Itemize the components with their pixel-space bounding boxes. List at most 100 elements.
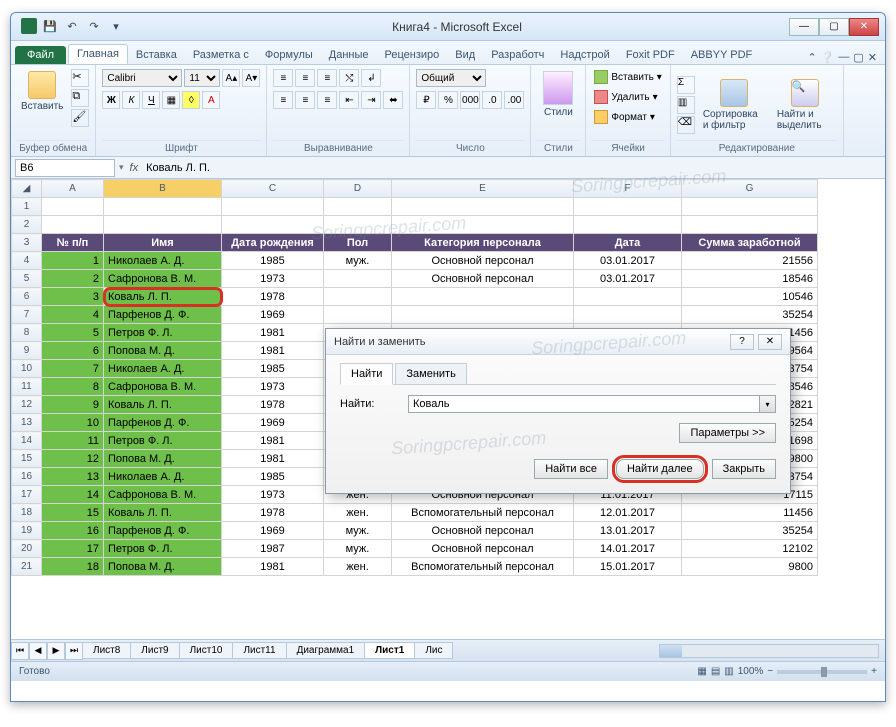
row-20[interactable]: 20: [12, 540, 42, 558]
row-7[interactable]: 7: [12, 306, 42, 324]
indent-inc-icon[interactable]: ⇥: [361, 91, 381, 109]
copy-icon[interactable]: ⧉: [71, 89, 89, 107]
ribbon-tab-1[interactable]: Вставка: [128, 46, 185, 64]
tab-nav-first-icon[interactable]: ⏮: [11, 642, 29, 660]
col-C[interactable]: C: [222, 180, 324, 198]
view-layout-icon[interactable]: ▤: [711, 666, 720, 677]
cell[interactable]: 10: [42, 414, 104, 432]
cell[interactable]: 1985: [222, 468, 324, 486]
find-next-button[interactable]: Найти далее: [616, 459, 704, 479]
ribbon-tab-10[interactable]: ABBYY PDF: [683, 46, 761, 64]
cell[interactable]: 1985: [222, 360, 324, 378]
align-mid-icon[interactable]: ≡: [295, 69, 315, 87]
find-all-button[interactable]: Найти все: [534, 459, 608, 479]
cell[interactable]: 9800: [682, 558, 818, 576]
cell[interactable]: [574, 288, 682, 306]
col-E[interactable]: E: [392, 180, 574, 198]
cell[interactable]: 10546: [682, 288, 818, 306]
ribbon-tab-4[interactable]: Данные: [321, 46, 377, 64]
sheet-tab-Лист11[interactable]: Лист11: [232, 642, 286, 659]
cell[interactable]: 11456: [682, 504, 818, 522]
cell[interactable]: 1981: [222, 342, 324, 360]
cell[interactable]: Сафронова В. М.: [104, 270, 222, 288]
row-15[interactable]: 15: [12, 450, 42, 468]
cell[interactable]: 1978: [222, 288, 324, 306]
cell[interactable]: Коваль Л. П.: [104, 288, 222, 306]
tab-nav-last-icon[interactable]: ⏭: [65, 642, 83, 660]
mdi-restore-icon[interactable]: ▢: [853, 51, 863, 64]
font-name-select[interactable]: Calibri: [102, 69, 182, 87]
percent-icon[interactable]: %: [438, 91, 458, 109]
format-painter-icon[interactable]: 🖌: [71, 109, 89, 127]
row-21[interactable]: 21: [12, 558, 42, 576]
cell[interactable]: 1973: [222, 378, 324, 396]
cell[interactable]: 17: [42, 540, 104, 558]
cell[interactable]: Парфенов Д. Ф.: [104, 522, 222, 540]
sheet-tab-Лист1[interactable]: Лист1: [364, 642, 415, 659]
fill-icon[interactable]: ▥: [677, 96, 695, 114]
cell[interactable]: Попова М. Д.: [104, 450, 222, 468]
row-12[interactable]: 12: [12, 396, 42, 414]
row-18[interactable]: 18: [12, 504, 42, 522]
cell[interactable]: 12102: [682, 540, 818, 558]
sheet-tab-Лис[interactable]: Лис: [414, 642, 453, 659]
cell[interactable]: 35254: [682, 522, 818, 540]
file-tab[interactable]: Файл: [15, 46, 66, 64]
cell[interactable]: Николаев А. Д.: [104, 360, 222, 378]
cell[interactable]: 11: [42, 432, 104, 450]
redo-icon[interactable]: ↷: [85, 18, 103, 36]
cell[interactable]: [392, 288, 574, 306]
sort-filter-button[interactable]: Сортировка и фильтр: [699, 77, 769, 133]
ribbon-tab-5[interactable]: Рецензиро: [377, 46, 448, 64]
minimize-button[interactable]: —: [789, 18, 819, 36]
save-icon[interactable]: 💾: [41, 18, 59, 36]
cell[interactable]: 6: [42, 342, 104, 360]
row-17[interactable]: 17: [12, 486, 42, 504]
cell[interactable]: 1985: [222, 252, 324, 270]
styles-button[interactable]: Стили: [537, 69, 579, 120]
cell[interactable]: 5: [42, 324, 104, 342]
close-button[interactable]: ✕: [849, 18, 879, 36]
cell[interactable]: 1: [42, 252, 104, 270]
cell[interactable]: Николаев А. Д.: [104, 468, 222, 486]
row-8[interactable]: 8: [12, 324, 42, 342]
row-14[interactable]: 14: [12, 432, 42, 450]
cell[interactable]: муж.: [324, 522, 392, 540]
cell[interactable]: муж.: [324, 540, 392, 558]
find-input[interactable]: [408, 395, 760, 413]
formula-input[interactable]: Коваль Л. П.: [144, 160, 885, 176]
cell[interactable]: 35254: [682, 306, 818, 324]
align-top-icon[interactable]: ≡: [273, 69, 293, 87]
cell[interactable]: 13.01.2017: [574, 522, 682, 540]
increase-font-icon[interactable]: A▴: [222, 69, 240, 87]
orientation-icon[interactable]: ⤭: [339, 69, 359, 87]
cell[interactable]: муж.: [324, 252, 392, 270]
mdi-min-icon[interactable]: —: [838, 51, 849, 64]
cell[interactable]: Парфенов Д. Ф.: [104, 414, 222, 432]
cell[interactable]: жен.: [324, 504, 392, 522]
ribbon-tab-7[interactable]: Разработч: [483, 46, 552, 64]
tab-nav-prev-icon[interactable]: ◀: [29, 642, 47, 660]
cell[interactable]: Петров Ф. Л.: [104, 324, 222, 342]
font-size-select[interactable]: 11: [184, 69, 220, 87]
sheet-tab-Диаграмма1[interactable]: Диаграмма1: [286, 642, 366, 659]
fx-icon[interactable]: fx: [130, 162, 139, 174]
row-5[interactable]: 5: [12, 270, 42, 288]
cell[interactable]: 14: [42, 486, 104, 504]
sheet-tab-Лист9[interactable]: Лист9: [130, 642, 179, 659]
cell[interactable]: 1969: [222, 306, 324, 324]
insert-cells-button[interactable]: Вставить ▾: [592, 69, 663, 85]
sheet-tab-Лист10[interactable]: Лист10: [179, 642, 234, 659]
inc-decimal-icon[interactable]: .0: [482, 91, 502, 109]
cell[interactable]: Коваль Л. П.: [104, 504, 222, 522]
ribbon-tab-6[interactable]: Вид: [447, 46, 483, 64]
cell[interactable]: 1969: [222, 522, 324, 540]
undo-icon[interactable]: ↶: [63, 18, 81, 36]
cell[interactable]: 03.01.2017: [574, 270, 682, 288]
zoom-slider[interactable]: [777, 670, 867, 674]
tab-nav-next-icon[interactable]: ▶: [47, 642, 65, 660]
cell[interactable]: Вспомогательный персонал: [392, 504, 574, 522]
cell[interactable]: [324, 270, 392, 288]
cell[interactable]: 15: [42, 504, 104, 522]
row-6[interactable]: 6: [12, 288, 42, 306]
